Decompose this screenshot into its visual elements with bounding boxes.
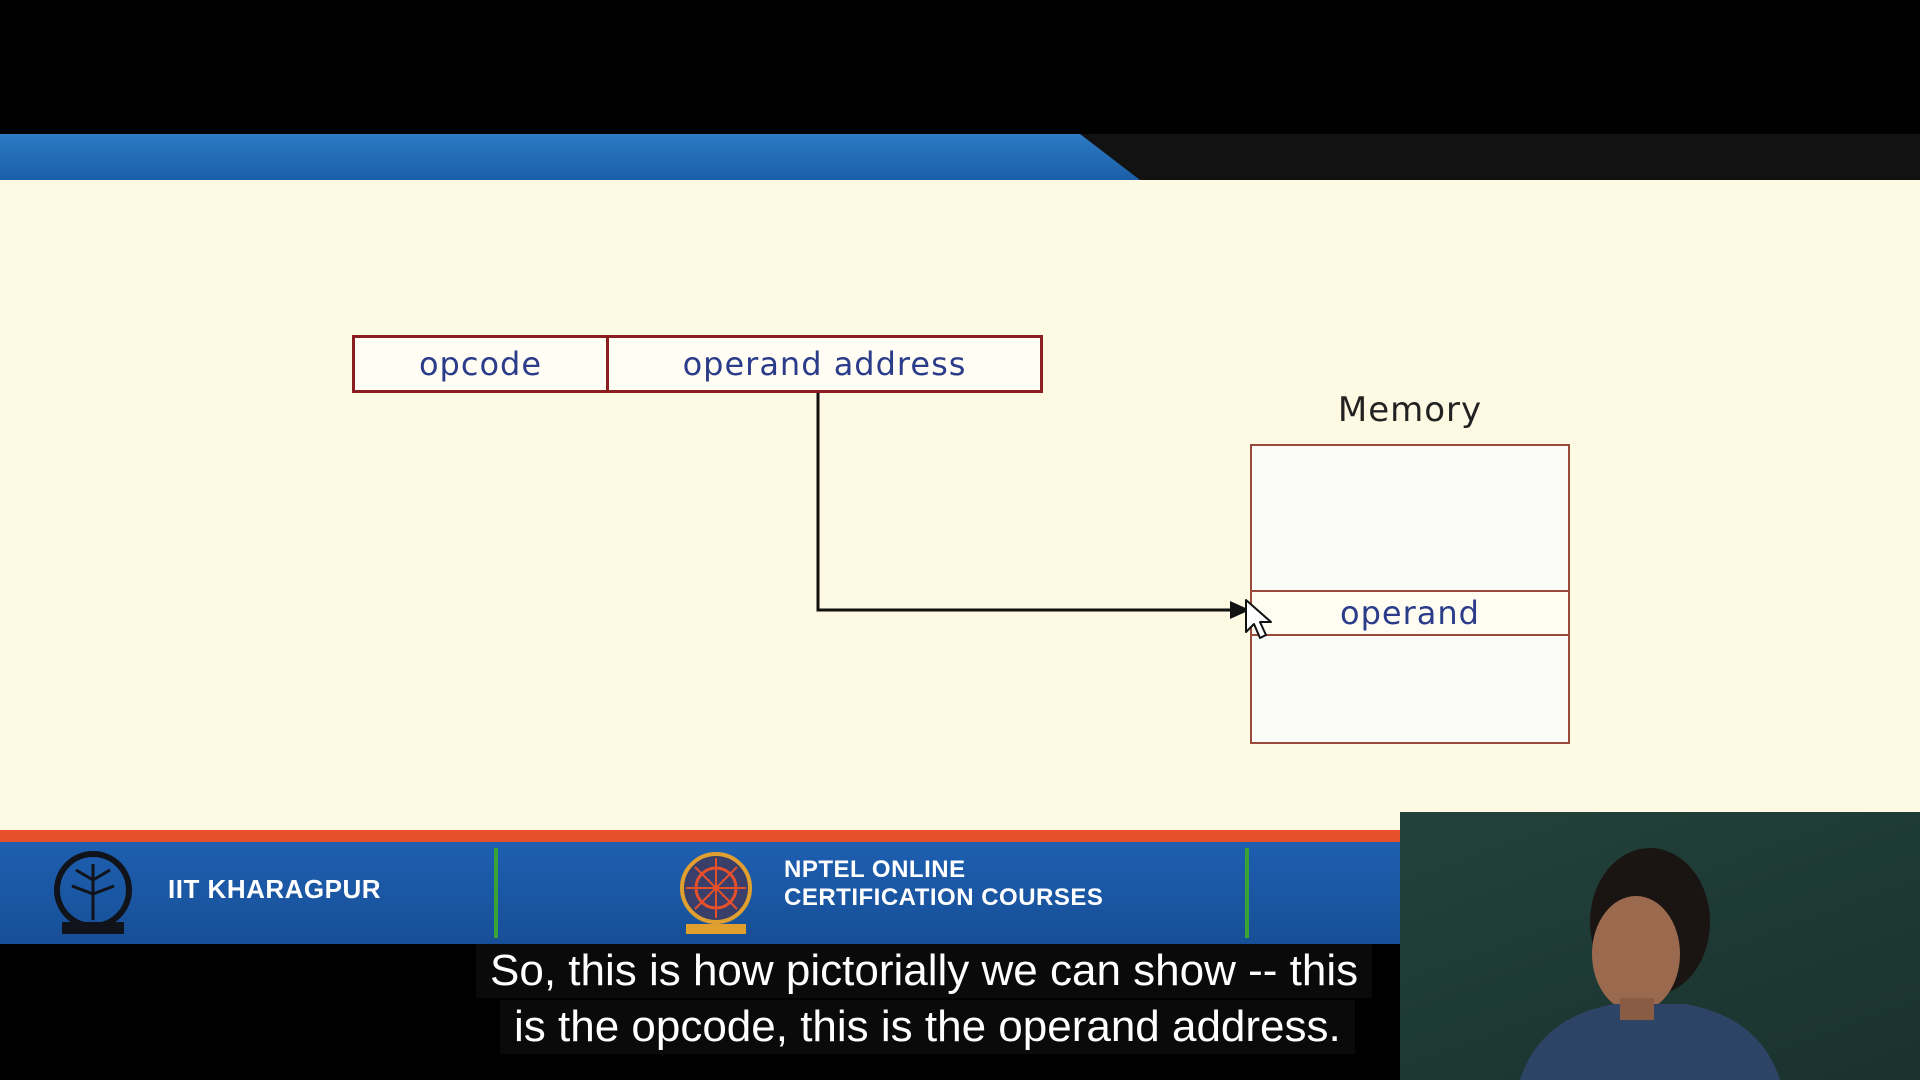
slide-header-band (0, 134, 1920, 180)
iit-kharagpur-logo-icon (54, 851, 132, 934)
slide-canvas (0, 180, 1920, 830)
opcode-field-box: opcode (352, 335, 609, 393)
presenter-webcam-feed (1400, 812, 1920, 1080)
memory-title: Memory (1337, 390, 1483, 430)
subtitle-line-2: is the opcode, this is the operand addre… (500, 1000, 1355, 1054)
subtitle-line-1: So, this is how pictorially we can show … (476, 944, 1373, 998)
operand-address-field-label: operand address (682, 345, 967, 383)
footer-divider (1245, 848, 1249, 938)
memory-block: operand (1250, 444, 1570, 744)
operand-address-field-box: operand address (606, 335, 1043, 393)
slide-header-blue-stripe (0, 134, 1140, 180)
presenter-silhouette (1520, 848, 1780, 1080)
memory-operand-cell: operand (1252, 590, 1568, 636)
memory-operand-label: operand (1340, 594, 1480, 632)
video-letterbox-top (0, 0, 1920, 134)
nptel-logo-icon (680, 852, 752, 934)
opcode-field-label: opcode (418, 345, 543, 383)
footer-divider (494, 848, 498, 938)
footer-accent-stripe (0, 830, 1400, 842)
course-footer-bar: IIT KHARAGPUR NPTEL ONLINE CERTIFICATION… (0, 842, 1400, 944)
program-name-line1: NPTEL ONLINE (784, 856, 966, 883)
mouse-cursor-icon (1245, 599, 1272, 639)
program-name-line2: CERTIFICATION COURSES (784, 884, 1104, 911)
institute-name: IIT KHARAGPUR (168, 874, 382, 904)
